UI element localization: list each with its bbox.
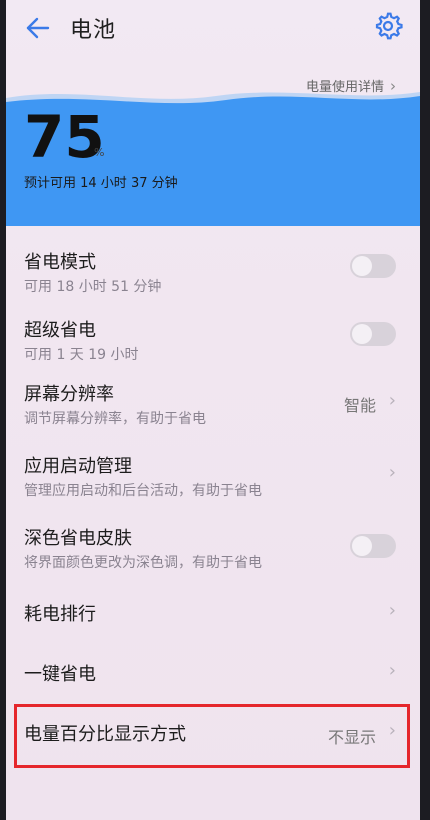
battery-percent: 75 [24,103,105,171]
page-title: 电池 [70,18,117,43]
chevron-right-icon: › [388,390,396,411]
ultra-power-saving-row[interactable]: 超级省电 可用 1 天 19 小时 [6,312,420,368]
row-subtitle: 可用 18 小时 51 分钟 [24,279,162,295]
battery-settings-screen: 电池 电量使用详情 › 75 % 预计可用 14 小时 37 分钟 省电模式 可用… [6,0,420,820]
chevron-right-icon: › [388,600,396,621]
row-subtitle: 管理应用启动和后台活动，有助于省电 [24,483,262,499]
row-title: 耗电排行 [24,604,96,625]
toggle-knob [352,256,372,276]
power-saving-toggle[interactable] [350,254,396,278]
row-subtitle: 调节屏幕分辨率，有助于省电 [24,411,206,427]
row-title: 应用启动管理 [24,456,132,477]
chevron-right-icon: › [390,77,396,95]
back-button[interactable] [20,10,56,46]
gear-icon [375,12,403,40]
settings-button[interactable] [370,8,406,44]
usage-details-link[interactable]: 电量使用详情 › [306,76,396,95]
screen-resolution-row[interactable]: 屏幕分辨率 调节屏幕分辨率，有助于省电 智能 › [6,378,420,434]
app-bar: 电池 [6,0,420,56]
toggle-knob [352,324,372,344]
one-key-saving-row[interactable]: 一键省电 › [6,656,420,696]
arrow-left-icon [26,17,50,39]
row-subtitle: 将界面颜色更改为深色调，有助于省电 [24,555,262,571]
battery-status-card[interactable]: 电量使用详情 › 75 % 预计可用 14 小时 37 分钟 [6,66,420,226]
row-title: 深色省电皮肤 [24,528,132,549]
chevron-right-icon: › [388,462,396,483]
row-title: 一键省电 [24,664,96,685]
app-launch-management-row[interactable]: 应用启动管理 管理应用启动和后台活动，有助于省电 › [6,450,420,506]
row-title: 屏幕分辨率 [24,384,114,405]
dark-skin-toggle[interactable] [350,534,396,558]
dark-saving-skin-row[interactable]: 深色省电皮肤 将界面颜色更改为深色调，有助于省电 [6,520,420,576]
resolution-value: 智能 [343,396,376,415]
chevron-right-icon: › [388,660,396,681]
power-ranking-row[interactable]: 耗电排行 › [6,596,420,636]
usage-details-label: 电量使用详情 [305,80,384,95]
percent-sign: % [94,146,105,159]
toggle-knob [352,536,372,556]
power-saving-mode-row[interactable]: 省电模式 可用 18 小时 51 分钟 [6,244,420,300]
row-subtitle: 可用 1 天 19 小时 [24,347,139,363]
highlight-box [14,704,410,768]
row-title: 省电模式 [24,252,96,273]
ultra-saving-toggle[interactable] [350,322,396,346]
remaining-time-estimate: 预计可用 14 小时 37 分钟 [24,176,178,191]
row-title: 超级省电 [24,320,96,341]
